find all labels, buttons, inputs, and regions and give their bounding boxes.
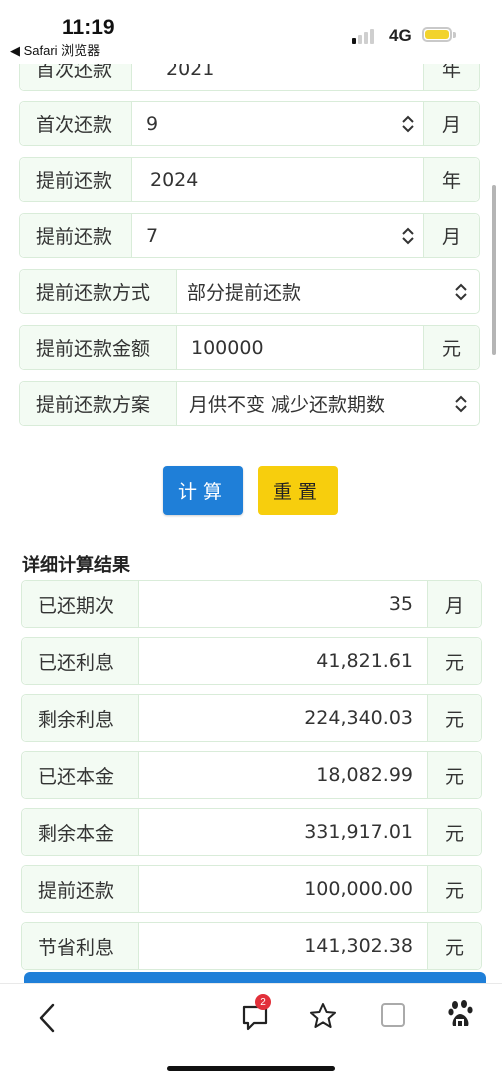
prepay-method-row: 提前还款方式 部分提前还款: [19, 269, 480, 314]
prepay-plan-label: 提前还款方案: [20, 382, 177, 425]
back-to-safari-link[interactable]: ◀ Safari 浏览器: [10, 40, 100, 59]
mortgage-calculator-page: 首次还款 2021 年 首次还款 9 月 提前还款 2024 年 提前还款 7: [0, 0, 502, 1075]
result-unit: 元: [427, 695, 481, 741]
prepay-amount-row: 提前还款金额 100000 元: [19, 325, 480, 370]
tabs-icon[interactable]: [379, 1001, 407, 1029]
status-bar: 11:19 ◀ Safari 浏览器 4G: [0, 0, 502, 64]
result-row: 已还期次 35 月: [21, 580, 482, 628]
reset-button[interactable]: 重置: [258, 466, 338, 515]
prepay-month-row: 提前还款 7 月: [19, 213, 480, 258]
result-row: 已还利息 41,821.61 元: [21, 637, 482, 685]
first-payment-month-row: 首次还款 9 月: [19, 101, 480, 146]
results-title: 详细计算结果: [22, 555, 130, 576]
chevron-updown-icon: [402, 115, 414, 133]
prepay-method-select[interactable]: 部分提前还款: [177, 270, 479, 313]
result-unit: 元: [427, 752, 481, 798]
home-indicator[interactable]: [167, 1066, 335, 1071]
result-value: 224,340.03: [304, 707, 413, 729]
result-row: 剩余本金 331,917.01 元: [21, 808, 482, 856]
browser-toolbar: [0, 983, 502, 1075]
result-value: 18,082.99: [316, 764, 413, 786]
prepay-month-unit: 月: [423, 214, 479, 257]
result-value: 41,821.61: [316, 650, 413, 672]
prepay-method-label: 提前还款方式: [20, 270, 177, 313]
prepay-amount-unit: 元: [423, 326, 479, 369]
page-scrollbar[interactable]: [492, 185, 496, 355]
battery-icon: [422, 27, 452, 42]
result-value: 141,302.38: [304, 935, 413, 957]
prepay-year-row: 提前还款 2024 年: [19, 157, 480, 202]
result-label: 已还本金: [22, 752, 139, 798]
result-unit: 元: [427, 866, 481, 912]
battery-tip: [453, 32, 456, 38]
result-unit: 月: [427, 581, 481, 627]
result-label: 提前还款: [22, 866, 139, 912]
prepay-year-label: 提前还款: [20, 158, 132, 201]
result-row: 剩余利息 224,340.03 元: [21, 694, 482, 742]
result-label: 剩余本金: [22, 809, 139, 855]
prepay-month-label: 提前还款: [20, 214, 132, 257]
result-label: 已还利息: [22, 638, 139, 684]
chevron-updown-icon: [455, 395, 467, 413]
result-row: 提前还款 100,000.00 元: [21, 865, 482, 913]
baidu-paw-icon[interactable]: [447, 999, 477, 1031]
result-label: 节省利息: [22, 923, 139, 969]
calculate-button[interactable]: 计算: [163, 466, 243, 515]
result-label: 已还期次: [22, 581, 139, 627]
result-value: 100,000.00: [304, 878, 413, 900]
prepay-amount-label: 提前还款金额: [20, 326, 177, 369]
prepay-plan-select[interactable]: 月供不变 减少还款期数: [177, 382, 479, 425]
chevron-updown-icon: [402, 227, 414, 245]
result-unit: 元: [427, 809, 481, 855]
first-payment-month-select[interactable]: 9: [132, 102, 423, 145]
chevron-updown-icon: [455, 283, 467, 301]
result-unit: 元: [427, 923, 481, 969]
result-unit: 元: [427, 638, 481, 684]
prepay-month-select[interactable]: 7: [132, 214, 423, 257]
star-icon[interactable]: [308, 1001, 338, 1031]
first-payment-month-unit: 月: [423, 102, 479, 145]
status-time: 11:19: [62, 16, 115, 39]
prepay-year-unit: 年: [423, 158, 479, 201]
comments-badge: 2: [255, 994, 271, 1010]
result-row: 节省利息 141,302.38 元: [21, 922, 482, 970]
prepay-year-input[interactable]: 2024: [132, 158, 423, 201]
prepay-plan-row: 提前还款方案 月供不变 减少还款期数: [19, 381, 480, 426]
first-payment-month-label: 首次还款: [20, 102, 132, 145]
result-value: 35: [388, 593, 413, 615]
network-type: 4G: [389, 26, 412, 45]
result-label: 剩余利息: [22, 695, 139, 741]
result-value: 331,917.01: [304, 821, 413, 843]
prepay-amount-input[interactable]: 100000: [177, 326, 423, 369]
back-icon[interactable]: [36, 1002, 58, 1034]
result-row: 已还本金 18,082.99 元: [21, 751, 482, 799]
signal-icon: [352, 28, 376, 44]
